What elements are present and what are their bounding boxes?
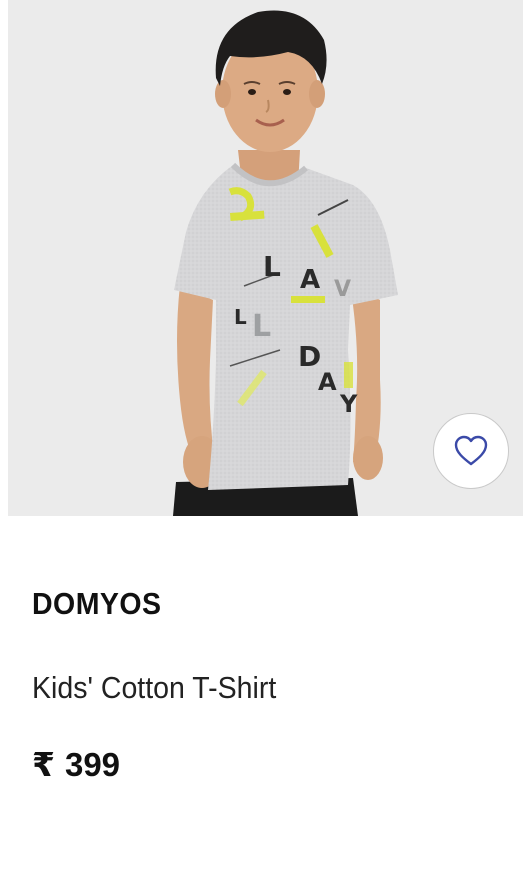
wishlist-button[interactable] [433, 413, 509, 489]
print-letter: A [300, 265, 320, 295]
brand-name: DOMYOS [32, 586, 162, 621]
product-name[interactable]: Kids' Cotton T-Shirt [32, 670, 276, 706]
heart-outline-icon [454, 435, 488, 466]
print-letter: L [263, 250, 281, 283]
product-card[interactable]: L A V L L D A Y DOMYOS Kids' Cotton T-Sh… [0, 0, 523, 871]
price: ₹ 399 [32, 745, 120, 784]
currency-symbol: ₹ [32, 746, 55, 783]
print-letter: L [234, 305, 247, 329]
print-letter: Y [339, 390, 358, 418]
print-letter: A [318, 368, 337, 396]
print-letter: V [334, 277, 351, 302]
print-letter: L [252, 309, 271, 344]
product-image[interactable]: L A V L L D A Y [8, 0, 523, 516]
price-value: 399 [64, 746, 121, 783]
